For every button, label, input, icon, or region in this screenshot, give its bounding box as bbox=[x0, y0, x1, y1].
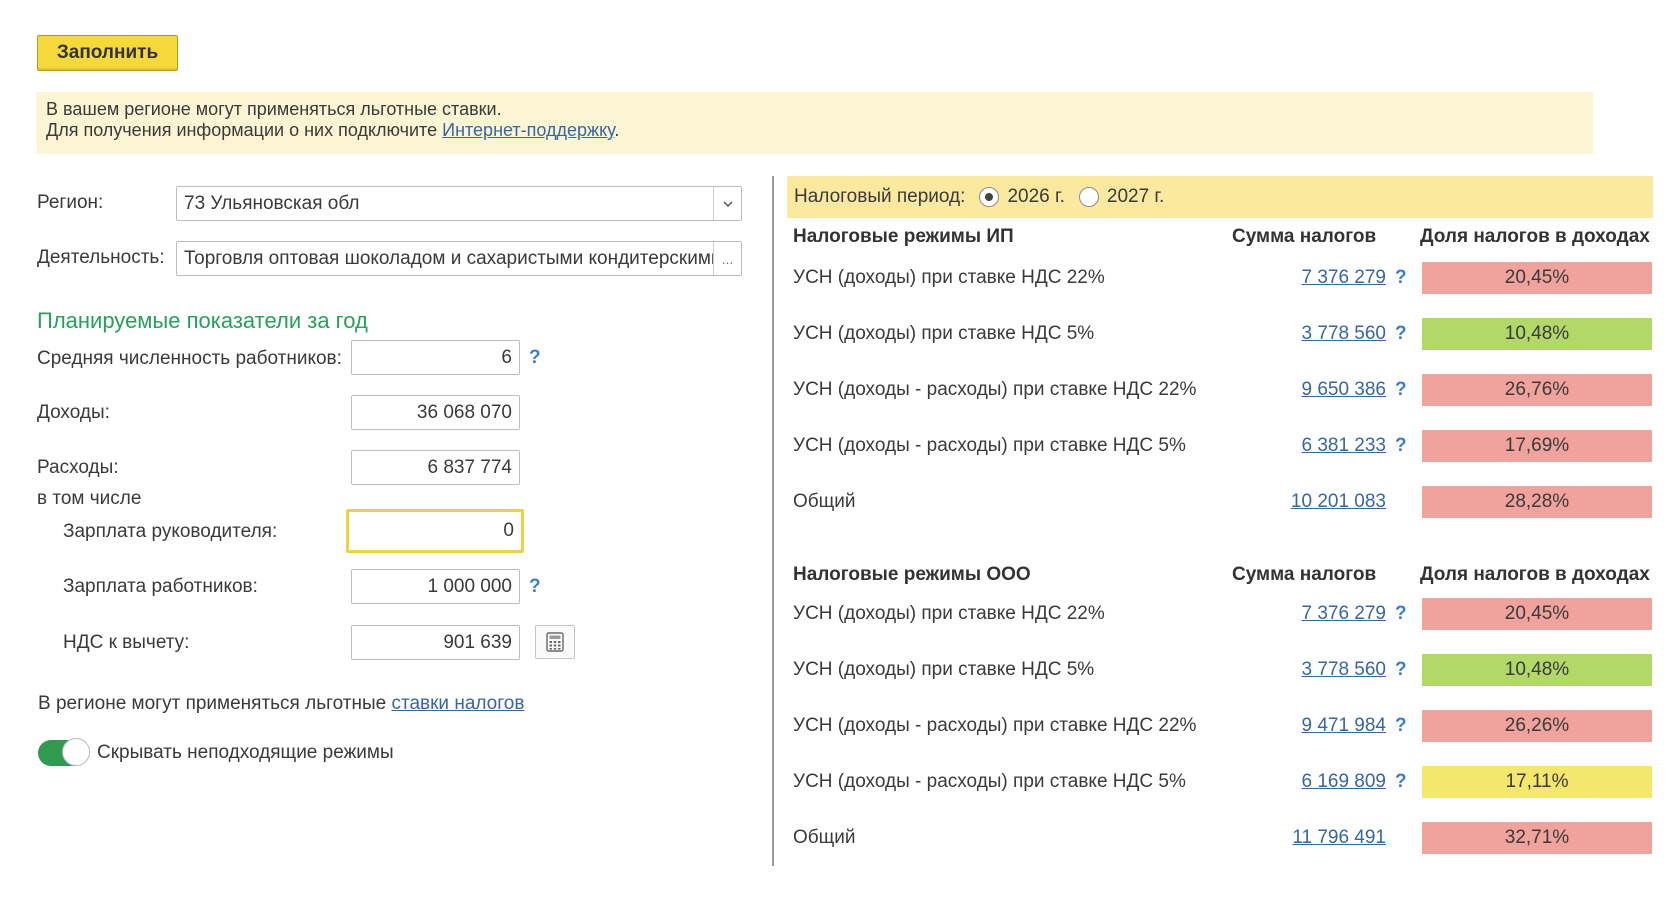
region-rates-note: В регионе могут применяться льготные ста… bbox=[38, 693, 524, 715]
tax-share-badge: 28,28% bbox=[1422, 486, 1652, 518]
region-value: 73 Ульяновская обл bbox=[184, 192, 360, 214]
radio-selected-dot bbox=[985, 193, 994, 201]
regime-help-icon[interactable]: ? bbox=[1395, 771, 1407, 793]
regime-name: УСН (доходы) при ставке НДС 22% bbox=[793, 603, 1105, 624]
calculator-icon bbox=[546, 632, 564, 652]
including-label: в том числе bbox=[37, 488, 142, 509]
chevron-down-icon[interactable] bbox=[713, 187, 741, 220]
region-label: Регион: bbox=[37, 192, 104, 213]
vat-deduction-label: НДС к вычету: bbox=[63, 632, 190, 653]
regime-name: УСН (доходы) при ставке НДС 22% bbox=[793, 267, 1105, 288]
employees-help-icon[interactable]: ? bbox=[529, 347, 541, 369]
tax-share-badge: 17,69% bbox=[1422, 430, 1652, 462]
regime-name: Общий bbox=[793, 491, 856, 512]
tax-amount-link[interactable]: 6 169 809 bbox=[1246, 771, 1386, 793]
regime-help-icon[interactable]: ? bbox=[1395, 379, 1407, 401]
tax-period-label: Налоговый период: bbox=[794, 186, 966, 207]
internet-support-link[interactable]: Интернет-поддержку bbox=[442, 120, 614, 140]
regime-name: УСН (доходы - расходы) при ставке НДС 22… bbox=[793, 379, 1197, 400]
activity-field[interactable]: Торговля оптовая шоколадом и сахаристыми… bbox=[176, 241, 742, 276]
income-input[interactable]: 36 068 070 bbox=[351, 395, 520, 430]
regime-help-icon[interactable]: ? bbox=[1395, 323, 1407, 345]
ooo-regimes-header: Налоговые режимы ООО bbox=[793, 564, 1031, 585]
ip-sum-header: Сумма налогов bbox=[1232, 226, 1377, 247]
tax-amount-link[interactable]: 11 796 491 bbox=[1246, 827, 1386, 849]
info-line-2-prefix: Для получения информации о них подключит… bbox=[46, 120, 443, 140]
employees-label: Средняя численность работников: bbox=[37, 348, 342, 369]
tax-rates-link[interactable]: ставки налогов bbox=[391, 693, 524, 714]
regime-name: УСН (доходы - расходы) при ставке НДС 22… bbox=[793, 715, 1197, 736]
employees-input[interactable]: 6 bbox=[351, 340, 520, 375]
hide-regimes-label: Скрывать неподходящие режимы bbox=[97, 742, 394, 763]
regime-help-icon[interactable]: ? bbox=[1395, 435, 1407, 457]
tax-amount-link[interactable]: 3 778 560 bbox=[1246, 659, 1386, 681]
tax-amount-link[interactable]: 9 471 984 bbox=[1246, 715, 1386, 737]
regime-name: УСН (доходы) при ставке НДС 5% bbox=[793, 323, 1095, 344]
staff-salary-help-icon[interactable]: ? bbox=[529, 576, 541, 598]
tax-share-badge: 20,45% bbox=[1422, 262, 1652, 294]
tax-share-badge: 26,76% bbox=[1422, 374, 1652, 406]
panel-divider bbox=[772, 176, 774, 866]
tax-share-badge: 10,48% bbox=[1422, 318, 1652, 350]
activity-label: Деятельность: bbox=[37, 247, 165, 268]
regime-help-icon[interactable]: ? bbox=[1395, 267, 1407, 289]
regime-name: УСН (доходы - расходы) при ставке НДС 5% bbox=[793, 435, 1186, 456]
staff-salary-input[interactable]: 1 000 000 bbox=[351, 569, 520, 604]
period-2026-radio[interactable] bbox=[979, 187, 1000, 207]
staff-salary-label: Зарплата работников: bbox=[63, 576, 258, 597]
ooo-sum-header: Сумма налогов bbox=[1232, 564, 1377, 585]
tax-share-badge: 32,71% bbox=[1422, 822, 1652, 854]
tax-share-badge: 10,48% bbox=[1422, 654, 1652, 686]
regime-help-icon[interactable]: ? bbox=[1395, 659, 1407, 681]
tax-share-badge: 26,26% bbox=[1422, 710, 1652, 742]
info-line-1: В вашем регионе могут применяться льготн… bbox=[46, 99, 502, 119]
hide-regimes-toggle[interactable] bbox=[38, 738, 90, 766]
tax-amount-link[interactable]: 3 778 560 bbox=[1246, 323, 1386, 345]
tax-amount-link[interactable]: 6 381 233 bbox=[1246, 435, 1386, 457]
tax-amount-link[interactable]: 9 650 386 bbox=[1246, 379, 1386, 401]
expenses-input[interactable]: 6 837 774 bbox=[351, 450, 520, 485]
activity-value: Торговля оптовая шоколадом и сахаристыми… bbox=[184, 247, 713, 269]
period-2027-radio[interactable] bbox=[1078, 187, 1099, 207]
region-rates-note-text: В регионе могут применяться льготные bbox=[38, 693, 392, 714]
calculator-button[interactable] bbox=[535, 625, 575, 659]
director-salary-input[interactable]: 0 bbox=[346, 509, 524, 553]
tax-amount-link[interactable]: 10 201 083 bbox=[1246, 491, 1386, 513]
info-banner: В вашем регионе могут применяться льготн… bbox=[36, 92, 1593, 154]
ip-regimes-header: Налоговые режимы ИП bbox=[793, 226, 1014, 247]
region-select[interactable]: 73 Ульяновская обл bbox=[176, 186, 742, 221]
ip-share-header: Доля налогов в доходах bbox=[1420, 226, 1650, 247]
tax-share-badge: 20,45% bbox=[1422, 598, 1652, 630]
toggle-knob bbox=[62, 738, 90, 766]
info-line-2-suffix: . bbox=[614, 120, 620, 140]
tax-amount-link[interactable]: 7 376 279 bbox=[1246, 267, 1386, 289]
director-salary-label: Зарплата руководителя: bbox=[63, 521, 278, 542]
ooo-share-header: Доля налогов в доходах bbox=[1420, 564, 1650, 585]
period-2026-label[interactable]: 2026 г. bbox=[1007, 186, 1064, 208]
fill-button[interactable]: Заполнить bbox=[37, 35, 178, 71]
period-2027-label[interactable]: 2027 г. bbox=[1107, 186, 1164, 208]
tax-amount-link[interactable]: 7 376 279 bbox=[1246, 603, 1386, 625]
activity-select-button[interactable]: ... bbox=[713, 242, 741, 275]
regime-name: УСН (доходы - расходы) при ставке НДС 5% bbox=[793, 771, 1186, 792]
info-line-2: Для получения информации о них подключит… bbox=[46, 120, 1593, 141]
regime-name: УСН (доходы) при ставке НДС 5% bbox=[793, 659, 1095, 680]
regime-help-icon[interactable]: ? bbox=[1395, 715, 1407, 737]
regime-name: Общий bbox=[793, 827, 856, 848]
tax-period-bar: Налоговый период: 2026 г. 2027 г. bbox=[787, 176, 1653, 218]
vat-deduction-input[interactable]: 901 639 bbox=[351, 625, 520, 660]
regime-help-icon[interactable]: ? bbox=[1395, 603, 1407, 625]
expenses-label: Расходы: bbox=[37, 457, 119, 478]
section-title: Планируемые показатели за год bbox=[37, 308, 368, 333]
tax-share-badge: 17,11% bbox=[1422, 766, 1652, 798]
income-label: Доходы: bbox=[37, 402, 110, 423]
